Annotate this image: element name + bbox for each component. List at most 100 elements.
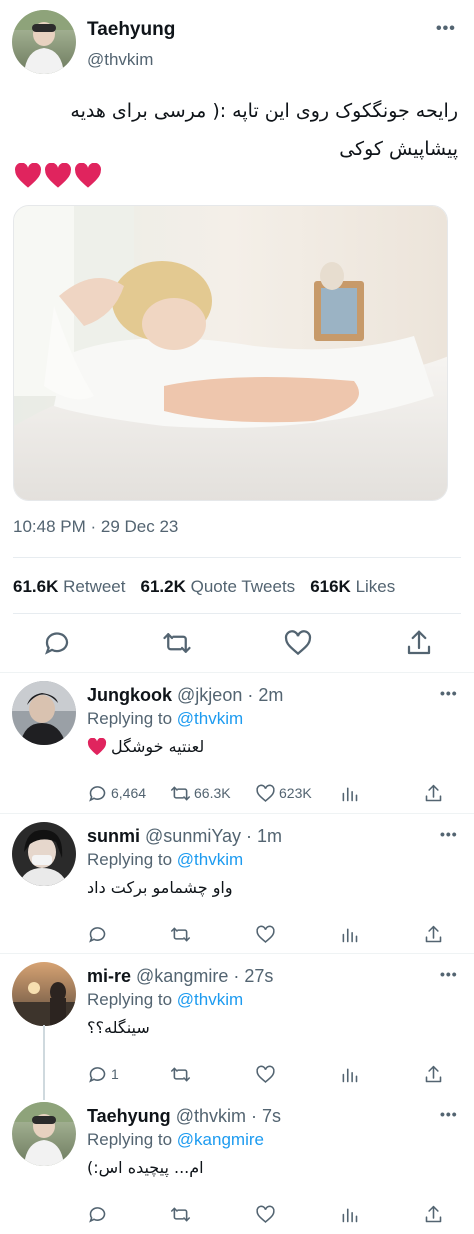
share-action[interactable] <box>423 922 444 946</box>
reply-tweet[interactable]: mi-re @kangmire · 27s ••• Replying to @t… <box>0 954 474 1094</box>
analytics-action[interactable] <box>339 1202 360 1226</box>
reply-author-handle[interactable]: @thvkim <box>176 1106 246 1126</box>
reply-header: mi-re @kangmire · 27s <box>87 966 273 987</box>
replying-to-prefix: Replying to <box>87 1130 173 1149</box>
stat-quote-tweets[interactable]: 61.2K Quote Tweets <box>140 577 295 597</box>
replying-to-mention[interactable]: @kangmire <box>177 1130 264 1149</box>
avatar[interactable] <box>12 1102 76 1166</box>
retweet-action[interactable] <box>170 1202 194 1226</box>
divider <box>13 613 461 614</box>
like-icon <box>256 784 275 802</box>
stat-value: 61.6K <box>13 577 59 596</box>
replying-to-mention[interactable]: @thvkim <box>177 850 243 869</box>
like-action[interactable]: 623K <box>255 781 312 805</box>
analytics-action[interactable] <box>339 922 360 946</box>
like-icon <box>256 925 275 943</box>
tweet-emoji <box>14 163 102 189</box>
like-icon <box>256 1065 275 1083</box>
share-icon[interactable] <box>404 628 434 658</box>
replying-to: Replying to @thvkim <box>87 709 243 729</box>
tweet-photo[interactable] <box>13 205 448 501</box>
stat-value: 616K <box>310 577 351 596</box>
reply-author-handle[interactable]: @jkjeon <box>177 685 242 705</box>
replying-to-prefix: Replying to <box>87 850 173 869</box>
like-icon[interactable] <box>283 628 313 658</box>
share-icon <box>425 1205 442 1222</box>
retweet-action[interactable] <box>170 922 194 946</box>
share-action[interactable] <box>423 1202 444 1226</box>
analytics-icon <box>342 786 358 801</box>
like-icon <box>256 1205 275 1223</box>
tweet-timestamp[interactable]: 10:48 PM · 29 Dec 23 <box>13 517 178 537</box>
reply-action[interactable]: 6,464 <box>87 781 146 805</box>
reply-action[interactable]: 1 <box>87 1062 119 1086</box>
heart-emoji <box>45 163 71 188</box>
reply-time[interactable]: · 27s <box>233 966 273 986</box>
reply-icon[interactable] <box>42 628 72 658</box>
share-action[interactable] <box>423 1062 444 1086</box>
avatar[interactable] <box>12 681 76 745</box>
like-action[interactable] <box>255 1202 279 1226</box>
reply-tweet[interactable]: Jungkook @jkjeon · 2m ••• Replying to @t… <box>0 673 474 813</box>
reply-author-name[interactable]: Taehyung <box>87 1106 171 1126</box>
main-tweet: Taehyung @thvkim ••• رایحه جونگکوک روی ا… <box>0 0 474 672</box>
avatar[interactable] <box>12 822 76 886</box>
reply-icon <box>89 1066 106 1083</box>
share-action[interactable] <box>423 781 444 805</box>
heart-emoji <box>15 163 41 188</box>
reply-action[interactable] <box>87 1202 111 1226</box>
reply-author-handle[interactable]: @kangmire <box>136 966 228 986</box>
analytics-action[interactable] <box>339 781 360 805</box>
replying-to-mention[interactable]: @thvkim <box>177 990 243 1009</box>
heart-emoji <box>75 163 101 188</box>
author-handle[interactable]: @thvkim <box>87 50 153 70</box>
replying-to-prefix: Replying to <box>87 709 173 728</box>
reply-action[interactable] <box>87 922 111 946</box>
more-icon[interactable]: ••• <box>436 20 456 38</box>
thread-connector <box>43 1025 45 1100</box>
retweet-icon[interactable] <box>162 628 192 658</box>
reply-text: لعنتیه خوشگل <box>87 737 204 756</box>
stat-retweets[interactable]: 61.6K Retweet <box>13 577 125 597</box>
tweet-stats: 61.6K Retweet 61.2K Quote Tweets 616K Li… <box>13 577 395 597</box>
reply-author-handle[interactable]: @sunmiYay <box>145 826 241 846</box>
reply-time[interactable]: · 1m <box>246 826 282 846</box>
reply-text-content: لعنتیه خوشگل <box>111 737 205 756</box>
retweet-action[interactable] <box>170 1062 194 1086</box>
author-name[interactable]: Taehyung <box>87 19 175 41</box>
stat-label: Likes <box>355 577 396 596</box>
reply-tweet[interactable]: sunmi @sunmiYay · 1m ••• Replying to @th… <box>0 814 474 954</box>
reply-count: 1 <box>111 1066 119 1082</box>
replying-to: Replying to @kangmire <box>87 1130 264 1150</box>
reply-text: ام... پیچیده اس:) <box>87 1158 204 1177</box>
share-icon <box>425 1065 442 1082</box>
heart-emoji <box>87 737 107 755</box>
reply-count: 6,464 <box>111 785 147 801</box>
author-avatar[interactable] <box>12 10 76 74</box>
retweet-icon <box>170 786 191 800</box>
analytics-action[interactable] <box>339 1062 360 1086</box>
reply-tweet[interactable]: Taehyung @thvkim · 7s ••• Replying to @k… <box>0 1094 474 1234</box>
more-icon[interactable]: ••• <box>440 966 458 982</box>
like-action[interactable] <box>255 1062 279 1086</box>
reply-time[interactable]: · 7s <box>251 1106 281 1126</box>
more-icon[interactable]: ••• <box>440 1106 458 1122</box>
stat-likes[interactable]: 616K Likes <box>310 577 395 597</box>
reply-author-name[interactable]: sunmi <box>87 826 140 846</box>
avatar[interactable] <box>12 962 76 1026</box>
divider <box>13 557 461 558</box>
reply-time[interactable]: · 2m <box>247 685 283 705</box>
retweet-action[interactable]: 66.3K <box>170 781 231 805</box>
reply-icon <box>89 785 106 802</box>
analytics-icon <box>342 1067 358 1082</box>
reply-header: Taehyung @thvkim · 7s <box>87 1106 281 1127</box>
like-action[interactable] <box>255 922 279 946</box>
retweet-icon <box>170 927 191 941</box>
reply-author-name[interactable]: mi-re <box>87 966 131 986</box>
more-icon[interactable]: ••• <box>440 685 458 701</box>
replying-to-mention[interactable]: @thvkim <box>177 709 243 728</box>
stat-label: Retweet <box>63 577 126 596</box>
more-icon[interactable]: ••• <box>440 826 458 842</box>
reply-author-name[interactable]: Jungkook <box>87 685 172 705</box>
replying-to-prefix: Replying to <box>87 990 173 1009</box>
